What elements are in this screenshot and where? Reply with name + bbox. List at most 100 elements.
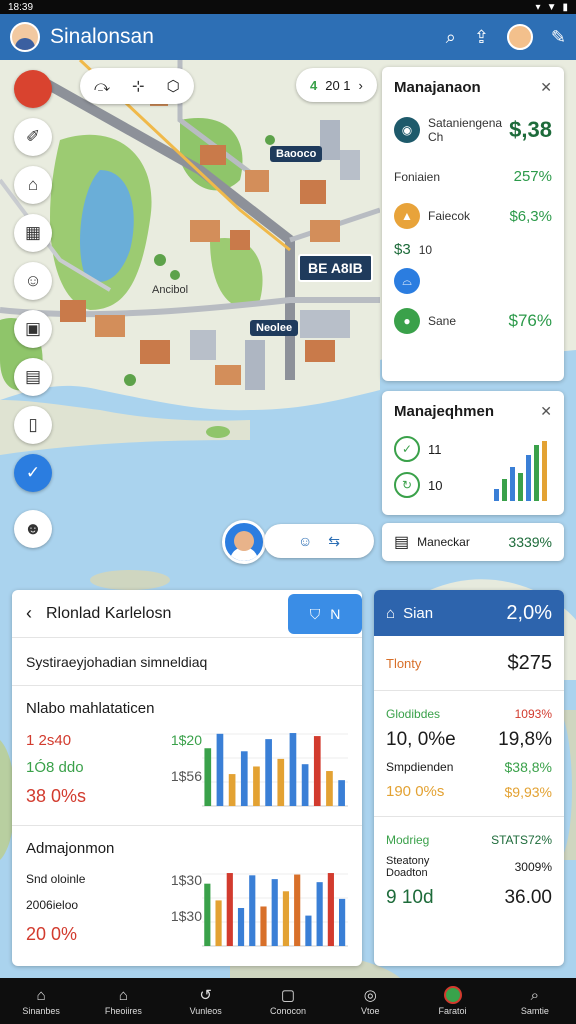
shape-tool-icon[interactable]: ⬡ <box>167 77 180 95</box>
section-2-bar <box>327 873 334 946</box>
tag-icon: ⌂ <box>27 175 39 194</box>
nav-label-2: Fheoiires <box>104 1005 142 1016</box>
tag-tool-button[interactable]: ⌂ <box>14 166 52 204</box>
summary-sec2-l1: Modrieg <box>386 833 430 847</box>
close-icon[interactable]: ✕ <box>540 79 552 96</box>
summary-sec2-l3: 9 10d <box>386 887 434 908</box>
map-label-3: Ancibol <box>152 284 189 296</box>
curve-tool-icon[interactable]: ⤼ <box>94 78 110 95</box>
mgmt-row-6-value: $76% <box>508 311 552 330</box>
map-label-4[interactable]: Neolee <box>250 320 299 336</box>
mgmt-row-1[interactable]: ◉ Sataniengena Ch $,38 <box>394 116 552 144</box>
nav-item-3[interactable]: ↺ Vunleos <box>171 986 241 1016</box>
sheet-action-button[interactable]: ⛉ N <box>288 594 362 634</box>
profile-avatar[interactable] <box>506 24 533 50</box>
traffic-chip[interactable]: 4 20 1 › <box>296 68 377 102</box>
section-2-bar <box>215 900 222 946</box>
summary-section-2: Modrieg STATS72% Steatony Doadton 3009% … <box>374 816 564 925</box>
summary-row-1[interactable]: Tlonty $275 <box>374 636 564 690</box>
agent-avatar[interactable] <box>222 520 266 564</box>
person-tool-button[interactable]: ☺ <box>14 262 52 300</box>
nav-item-7[interactable]: ⌕ Samtie <box>500 987 570 1016</box>
mgmt-row-6[interactable]: ● Sane $76% <box>394 308 552 334</box>
chat-icon[interactable]: ☺ <box>298 533 312 549</box>
user-avatar[interactable] <box>10 22 40 52</box>
route-icon: 4 <box>310 77 318 93</box>
curve-icon: ↺ <box>199 987 212 1004</box>
monitor-value: 3339% <box>508 534 552 550</box>
mgmt-row-3[interactable]: ▲ Faiecok $6,3% <box>394 203 552 229</box>
refresh-icon: ↻ <box>394 472 420 498</box>
sync-icon[interactable]: ⇆ <box>328 533 340 550</box>
pencil-icon: ✐ <box>25 127 41 146</box>
tree-icon: ▲ <box>394 203 420 229</box>
building-tool-button[interactable]: ▦ <box>14 214 52 252</box>
house-icon: ⌂ <box>118 986 128 1004</box>
nav-item-2[interactable]: ⌂ Fheoiires <box>88 987 158 1016</box>
chevron-icon: › <box>358 77 363 93</box>
summary-sec1-l3: Smpdienden <box>386 760 454 774</box>
status-time: 18:39 <box>8 1 34 13</box>
user-icon: ☻ <box>24 519 42 538</box>
back-icon[interactable]: ‹ <box>26 603 32 624</box>
section-2-bar <box>316 882 323 946</box>
gauge-icon: ◉ <box>394 117 420 143</box>
edit-icon[interactable]: ✎ <box>551 27 566 48</box>
map-label-2[interactable]: BE A8IB <box>298 254 373 282</box>
section-1-bar <box>313 736 321 806</box>
summary-sec2-v3: 36.00 <box>504 887 552 908</box>
section-2-bar <box>339 898 346 946</box>
mgmt2-bar-3 <box>510 467 515 501</box>
pencil-tool-button[interactable]: ✐ <box>14 118 52 156</box>
summary-sec2-line-2: Steatony Doadton 3009% <box>386 855 552 879</box>
section-1-bar <box>289 733 297 806</box>
mgmt-row-2-value: 257% <box>513 168 552 185</box>
mgmt-row-1-name: Sataniengena <box>428 116 503 130</box>
traffic-value: 20 1 <box>325 77 351 93</box>
monitor-card[interactable]: ▤ Maneckar 3339% <box>382 523 564 561</box>
square-icon: ▢ <box>280 987 296 1004</box>
ruler-tool-icon[interactable]: ⊹ <box>132 77 145 95</box>
section-1-stats-right: 1$20 1$56 <box>152 732 202 784</box>
section-2-bar <box>249 875 256 946</box>
dashboard-tool-button[interactable]: ▤ <box>14 358 52 396</box>
signal-icon: ▾ <box>535 1 541 13</box>
summary-sec1-v2: 19,8% <box>498 729 552 750</box>
nav-label-5: Vtoe <box>361 1006 380 1016</box>
summary-sec2-line-1: Modrieg STATS72% <box>386 833 552 847</box>
section-2-bar <box>237 908 245 946</box>
sheet-action-label: N <box>330 606 341 622</box>
user-tool-button[interactable]: ☻ <box>14 510 52 548</box>
nav-item-6[interactable]: Faratoi <box>418 986 488 1016</box>
summary-sec1-line-1: Glodibdes 1093% <box>386 707 552 721</box>
section-1: Nlabo mahlataticen 1 2s40 1Ó8 ddo 38 0%s… <box>12 686 362 826</box>
location-tool-button[interactable]: ✓ <box>14 454 52 492</box>
share-icon[interactable]: ⇪ <box>474 27 489 48</box>
section-1-bar <box>204 748 212 806</box>
summary-row-1-value: $275 <box>507 651 553 674</box>
summary-sec1-l4: 190 0%s <box>386 783 445 800</box>
map-label-1[interactable]: Baooco <box>270 146 323 162</box>
wifi-icon: ▼ <box>546 1 557 13</box>
status-bar: 18:39 ▾ ▼ ▮ <box>0 0 576 14</box>
section-1-title: Nlabo mahlataticen <box>26 700 155 717</box>
management-card-1: Manajanaon ✕ ◉ Sataniengena Ch $,38 Fonia… <box>382 67 564 381</box>
nav-item-1[interactable]: ⌂ Sinanbes <box>6 987 76 1016</box>
layer-avatar-button[interactable] <box>14 70 52 108</box>
mgmt-row-5[interactable]: ⌓ <box>394 268 552 294</box>
section-1-stat-1: 1 2s40 <box>26 732 72 749</box>
search-icon[interactable]: ⌕ <box>446 27 456 48</box>
building-icon: ▦ <box>24 223 42 242</box>
nav-item-5[interactable]: ◎ Vtoe <box>335 986 405 1016</box>
close-icon[interactable]: ✕ <box>540 403 552 420</box>
document-tool-button[interactable]: ▯ <box>14 406 52 444</box>
mgmt-row-2[interactable]: Foniaien 257% <box>394 168 552 185</box>
summary-card-header[interactable]: ⌂ Sian 2,0% <box>374 590 564 636</box>
nav-item-4[interactable]: ▢ Conocon <box>253 986 323 1016</box>
map-pin-icon <box>443 986 462 1004</box>
calendar-tool-button[interactable]: ▣ <box>14 310 52 348</box>
mgmt-row-4[interactable]: $3 10 <box>394 241 552 258</box>
section-2-bar <box>305 915 312 946</box>
mgmt2-bar-2 <box>502 479 507 501</box>
summary-sec1-line-2: 10, 0%e 19,8% <box>386 729 552 751</box>
